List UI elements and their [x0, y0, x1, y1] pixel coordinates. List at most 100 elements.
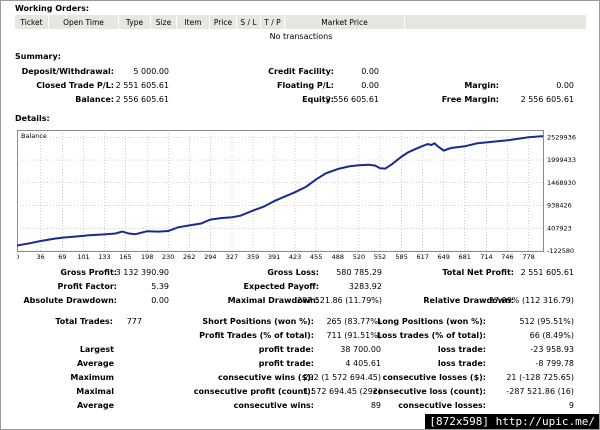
- trade-label: Profit Trades (% of total):: [199, 331, 314, 340]
- details-title: Details:: [15, 114, 50, 123]
- col-filler: [405, 15, 587, 29]
- col-size[interactable]: Size: [151, 15, 177, 29]
- col-take-profit[interactable]: T / P: [261, 15, 285, 29]
- trade-label: consecutive loss (count):: [372, 387, 486, 396]
- stat-value: 2 551 605.61: [520, 268, 574, 277]
- col-type[interactable]: Type: [119, 15, 151, 29]
- image-watermark: [872x598] http://upic.me/: [425, 414, 599, 429]
- stat-label: Gross Loss:: [267, 268, 319, 277]
- trade-value: 4 405.61: [345, 359, 381, 368]
- chart-x-tick-label: 0: [17, 253, 19, 260]
- summary-label: Floating P/L:: [277, 81, 334, 90]
- trade-row-group: Average: [76, 401, 114, 410]
- col-ticket[interactable]: Ticket: [15, 15, 49, 29]
- summary-value: 0.00: [361, 67, 379, 76]
- stat-label: Gross Profit:: [60, 268, 117, 277]
- summary-label: Balance:: [75, 95, 114, 104]
- stat-value: 5.39: [151, 282, 169, 291]
- chart-x-tick-label: 230: [162, 253, 174, 260]
- trade-value: 292 (1 572 694.45): [303, 373, 382, 382]
- no-transactions-text: No transactions: [269, 32, 333, 41]
- chart-x-tick-label: 520: [353, 253, 365, 260]
- chart-legend-balance: Balance: [21, 132, 47, 140]
- col-price[interactable]: Price: [210, 15, 237, 29]
- summary-label: Deposit/Withdrawal:: [21, 67, 114, 76]
- chart-x-tick-label: 101: [77, 253, 89, 260]
- total-trades-value: 777: [126, 317, 142, 326]
- trade-value: 89: [370, 401, 381, 410]
- chart-x-tick-label: 359: [247, 253, 259, 260]
- chart-x-tick-label: 746: [501, 253, 513, 260]
- summary-value: 2 551 605.61: [115, 81, 169, 90]
- chart-x-tick-label: 714: [480, 253, 492, 260]
- trade-label: loss trade:: [437, 359, 486, 368]
- trade-value: 1 572 694.45 (292): [303, 387, 382, 396]
- col-item[interactable]: Item: [177, 15, 210, 29]
- trade-value: 9: [568, 401, 574, 410]
- balance-chart: Balance -122580 407923 938426 1468930 199943…: [17, 130, 576, 260]
- chart-x-tick-label: 778: [522, 253, 534, 260]
- col-open-time[interactable]: Open Time: [49, 15, 119, 29]
- trade-label: consecutive wins ($):: [217, 373, 314, 382]
- trade-label: Short Positions (won %):: [202, 317, 314, 326]
- summary-label: Free Margin:: [441, 95, 499, 104]
- chart-x-tick-label: 681: [459, 253, 471, 260]
- trade-label: consecutive losses ($):: [382, 373, 486, 382]
- trade-label: profit trade:: [258, 345, 314, 354]
- summary-label: Credit Facility:: [268, 67, 334, 76]
- summary-value: 0.00: [361, 81, 379, 90]
- summary-title: Summary:: [15, 52, 61, 61]
- chart-x-tick-label: 262: [183, 253, 195, 260]
- col-market-price[interactable]: Market Price: [285, 15, 405, 29]
- stat-label: Profit Factor:: [57, 282, 117, 291]
- trade-label: profit trade:: [258, 359, 314, 368]
- chart-x-tick-label: 649: [438, 253, 450, 260]
- stat-value: 0.00: [151, 296, 169, 305]
- summary-value: 2 556 605.61: [325, 95, 379, 104]
- chart-x-tick-label: 165: [119, 253, 131, 260]
- chart-y-tick-label: 407923: [547, 224, 572, 232]
- chart-x-tick-label: 488: [332, 253, 344, 260]
- stat-value: 580 785.29: [336, 268, 382, 277]
- stat-label: Total Net Profit:: [442, 268, 514, 277]
- trade-value: 512 (95.51%): [519, 317, 574, 326]
- summary-value: 2 556 605.61: [115, 95, 169, 104]
- stat-label: Absolute Drawdown:: [23, 296, 117, 305]
- chart-y-tick-label: -122580: [547, 247, 574, 255]
- stat-value: 27.99% (112 316.79): [488, 296, 574, 305]
- total-trades-label: Total Trades:: [55, 317, 113, 326]
- summary-value: 5 000.00: [133, 67, 169, 76]
- chart-x-tick-label: 69: [58, 253, 66, 260]
- chart-x-tick-label: 133: [98, 253, 110, 260]
- strategy-report-window: Working Orders: Ticket Open Time Type Si…: [0, 0, 600, 430]
- chart-x-tick-label: 455: [310, 253, 322, 260]
- chart-x-tick-label: 294: [204, 253, 216, 260]
- chart-y-tick-label: 1468930: [547, 179, 576, 187]
- orders-table-header: Ticket Open Time Type Size Item Price S …: [15, 15, 587, 29]
- summary-label: Margin:: [464, 81, 499, 90]
- chart-x-tick-label: 617: [416, 253, 428, 260]
- summary-label: Closed Trade P/L:: [36, 81, 114, 90]
- stat-value: 3 132 390.90: [115, 268, 169, 277]
- trade-value: -287 521.86 (16): [506, 387, 574, 396]
- trade-value: -23 958.93: [530, 345, 574, 354]
- summary-value: 2 556 605.61: [520, 95, 574, 104]
- col-stop-loss[interactable]: S / L: [237, 15, 261, 29]
- chart-x-tick-label: 423: [289, 253, 301, 260]
- chart-x-tick-label: 585: [395, 253, 407, 260]
- trade-label: Loss trades (% of total):: [376, 331, 486, 340]
- trade-value: 21 (-128 725.65): [506, 373, 574, 382]
- trade-value: 38 700.00: [340, 345, 381, 354]
- chart-x-tick-label: 327: [226, 253, 238, 260]
- chart-y-tick-label: 938426: [547, 202, 572, 210]
- chart-y-tick-label: 1999433: [547, 156, 576, 164]
- stat-value: 3283.92: [348, 282, 382, 291]
- chart-y-tick-label: 2529936: [547, 133, 576, 141]
- trade-row-group: Maximum: [70, 373, 114, 382]
- summary-value: 0.00: [556, 81, 574, 90]
- trade-row-group: Average: [76, 359, 114, 368]
- trade-label: consecutive wins:: [233, 401, 314, 410]
- trade-label: Long Positions (won %):: [377, 317, 486, 326]
- trade-label: loss trade:: [437, 345, 486, 354]
- working-orders-title: Working Orders:: [15, 4, 90, 13]
